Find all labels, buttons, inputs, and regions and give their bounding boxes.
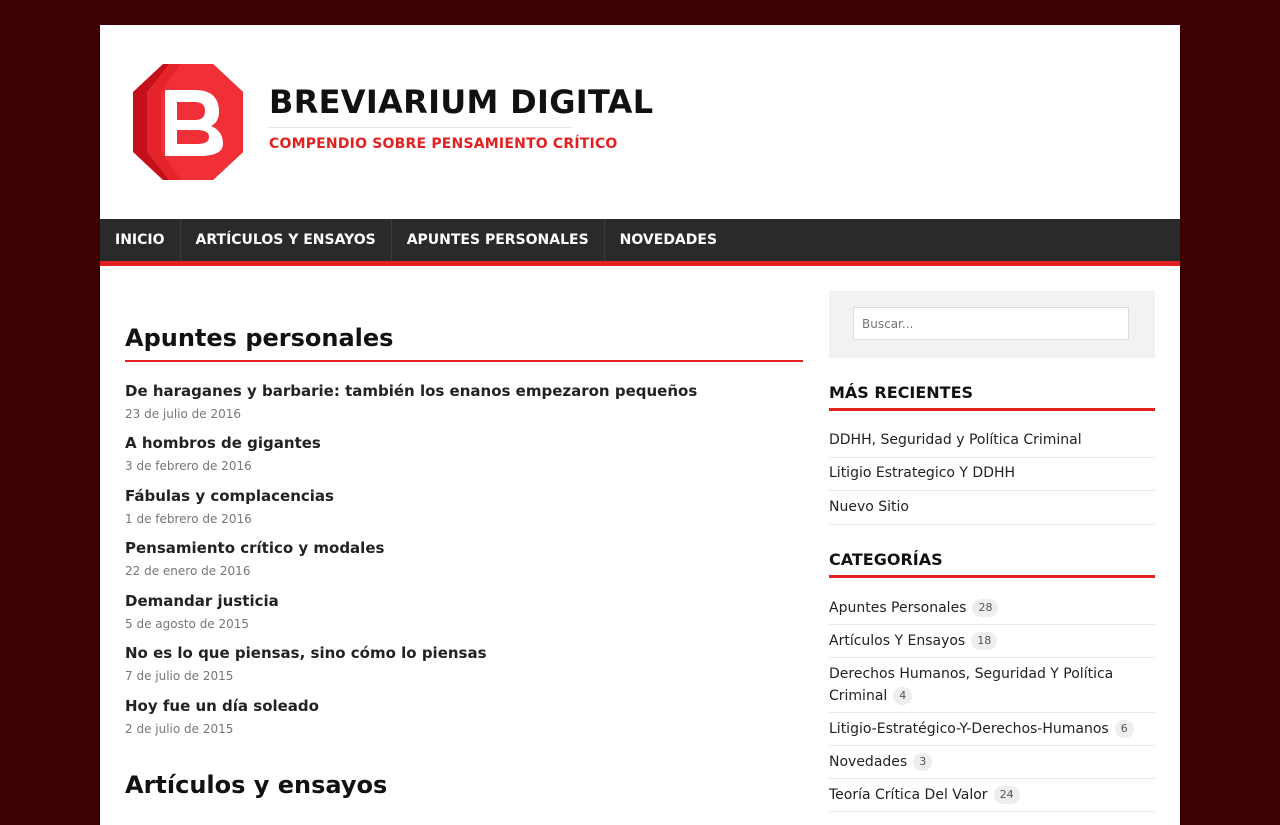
list-item: De haraganes y barbarie: también los ena… (125, 381, 803, 422)
list-item: Demandar justicia 5 de agosto de 2015 (125, 591, 803, 632)
site-title[interactable]: BREVIARIUM DIGITAL (269, 83, 653, 121)
list-item: Fábulas y complacencias 1 de febrero de … (125, 486, 803, 527)
nav-item-apuntes[interactable]: APUNTES PERSONALES (392, 219, 605, 261)
post-title-link[interactable]: Fábulas y complacencias (125, 486, 803, 506)
category-count-badge: 24 (993, 786, 1020, 804)
category-count-badge: 4 (893, 687, 913, 705)
post-date: 3 de febrero de 2016 (125, 459, 252, 473)
title-divider (269, 127, 571, 128)
category-item[interactable]: Derechos Humanos, Seguridad Y Política C… (829, 658, 1155, 713)
recent-posts-list: DDHH, Seguridad y Política Criminal Liti… (829, 425, 1155, 525)
category-label[interactable]: Litigio-Estratégico-Y-Derechos-Humanos (829, 721, 1109, 737)
category-item[interactable]: Apuntes Personales 28 (829, 592, 1155, 625)
post-date: 5 de agosto de 2015 (125, 617, 250, 631)
recent-post-item[interactable]: DDHH, Seguridad y Política Criminal (829, 425, 1155, 458)
post-date: 23 de julio de 2016 (125, 407, 242, 421)
category-label[interactable]: Artículos Y Ensayos (829, 633, 965, 649)
nav-item-inicio[interactable]: INICIO (100, 219, 181, 261)
nav-item-articulos[interactable]: ARTÍCULOS Y ENSAYOS (181, 219, 392, 261)
categories-list: Apuntes Personales 28 Artículos Y Ensayos… (829, 592, 1155, 812)
recent-post-item[interactable]: Litigio Estrategico Y DDHH (829, 458, 1155, 491)
list-item: Hoy fue un día soleado 2 de julio de 201… (125, 696, 803, 737)
category-count-badge: 6 (1114, 720, 1134, 738)
category-item[interactable]: Litigio-Estratégico-Y-Derechos-Humanos 6 (829, 713, 1155, 746)
post-date: 2 de julio de 2015 (125, 722, 234, 736)
category-item[interactable]: Novedades 3 (829, 746, 1155, 779)
site-logo[interactable] (133, 62, 243, 182)
category-label[interactable]: Derechos Humanos, Seguridad Y Política C… (829, 666, 1113, 704)
site-header: BREVIARIUM DIGITAL COMPENDIO SOBRE PENSA… (100, 25, 1180, 219)
post-title-link[interactable]: Demandar justicia (125, 591, 803, 611)
main-content: Apuntes personales De haraganes y barbar… (125, 291, 803, 799)
recent-widget-title: MÁS RECIENTES (829, 383, 1155, 411)
section-title[interactable]: Apuntes personales (125, 291, 803, 362)
search-widget (829, 291, 1155, 358)
post-title-link[interactable]: No es lo que piensas, sino cómo lo piens… (125, 643, 803, 663)
list-item: A hombros de gigantes 3 de febrero de 20… (125, 433, 803, 474)
nav-item-novedades[interactable]: NOVEDADES (605, 219, 732, 261)
category-count-badge: 3 (913, 753, 933, 771)
category-item[interactable]: Teoría Crítica Del Valor 24 (829, 779, 1155, 812)
post-list: De haraganes y barbarie: también los ena… (125, 381, 803, 737)
site-description: COMPENDIO SOBRE PENSAMIENTO CRÍTICO (269, 136, 618, 152)
list-item: No es lo que piensas, sino cómo lo piens… (125, 643, 803, 684)
category-count-badge: 28 (972, 599, 999, 617)
section-title-articulos[interactable]: Artículos y ensayos (125, 771, 803, 799)
recent-post-item[interactable]: Nuevo Sitio (829, 491, 1155, 525)
main-navigation: INICIO ARTÍCULOS Y ENSAYOS APUNTES PERSO… (100, 219, 1180, 266)
post-title-link[interactable]: A hombros de gigantes (125, 433, 803, 453)
page-container: BREVIARIUM DIGITAL COMPENDIO SOBRE PENSA… (100, 25, 1180, 825)
category-count-badge: 18 (971, 632, 998, 650)
list-item: Pensamiento crítico y modales 22 de ener… (125, 538, 803, 579)
search-input[interactable] (853, 307, 1129, 340)
post-date: 7 de julio de 2015 (125, 669, 234, 683)
category-label[interactable]: Teoría Crítica Del Valor (829, 787, 988, 803)
category-label[interactable]: Novedades (829, 754, 907, 770)
categories-widget-title: CATEGORÍAS (829, 550, 1155, 578)
post-date: 22 de enero de 2016 (125, 564, 251, 578)
category-item[interactable]: Artículos Y Ensayos 18 (829, 625, 1155, 658)
post-title-link[interactable]: Pensamiento crítico y modales (125, 538, 803, 558)
category-label[interactable]: Apuntes Personales (829, 600, 966, 616)
post-title-link[interactable]: De haraganes y barbarie: también los ena… (125, 381, 803, 401)
sidebar: MÁS RECIENTES DDHH, Seguridad y Política… (829, 291, 1155, 812)
post-date: 1 de febrero de 2016 (125, 512, 252, 526)
post-title-link[interactable]: Hoy fue un día soleado (125, 696, 803, 716)
